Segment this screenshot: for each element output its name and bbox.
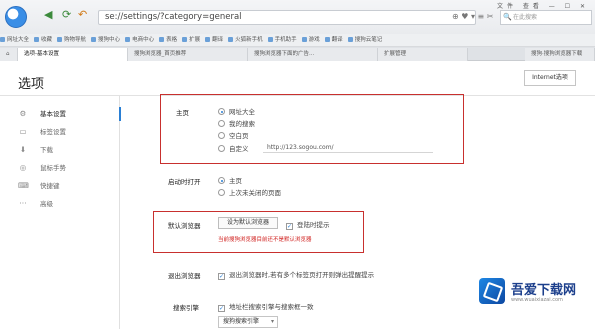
exit-prompt-checkbox[interactable]: ✓ 退出浏览器时,若有多个标签页打开则弹出提醒提示 [218, 269, 374, 280]
bookmark-item[interactable]: 搜狗云笔记 [347, 34, 382, 46]
set-default-browser-button[interactable]: 设为默认浏览器 [218, 217, 278, 229]
bookmark-icon [347, 37, 353, 42]
sidebar-item-1[interactable]: ▭ 标签设置 [0, 123, 120, 141]
homepage-highlight-box [160, 94, 464, 164]
radio-selected-icon[interactable] [218, 177, 225, 184]
sidebar-item-label: 基本设置 [40, 110, 66, 118]
sidebar-item-label: 鼠标手势 [40, 164, 66, 172]
gear-icon: ⚙ [19, 109, 27, 118]
window-controls[interactable]: 文件 查看 — ☐ ✕ [497, 1, 589, 10]
homepage-label: 主页 [176, 109, 189, 117]
bookmark-icon [125, 37, 131, 42]
startup-option-last-session[interactable]: 上次未关闭的页面 [218, 187, 281, 197]
default-browser-warning: 当前搜狗浏览器目前还不是默认浏览器 [218, 237, 312, 243]
bookmark-item[interactable]: 扩展 [182, 34, 200, 46]
search-input[interactable]: 在此搜索 [500, 10, 592, 25]
default-browser-label: 默认浏览器 [168, 222, 201, 230]
bookmark-icon [205, 37, 211, 42]
undo-icon[interactable]: ↶ [78, 9, 87, 21]
custom-homepage-url-input[interactable]: http://123.sogou.com/ [263, 142, 433, 153]
mouse-icon: ◎ [19, 163, 27, 172]
radio-icon[interactable] [218, 120, 225, 127]
homepage-option-custom[interactable]: 自定义 [218, 143, 249, 153]
bookmark-item[interactable]: 网址大全 [0, 34, 29, 46]
tab-extensions[interactable]: 扩展管理 [378, 48, 468, 61]
refresh-icon[interactable]: ⟳ [62, 9, 71, 21]
download-icon: ⬇ [19, 145, 27, 154]
bookmark-icon [57, 37, 63, 42]
shortcut-icon: ⌨ [18, 181, 29, 190]
checkbox-checked-icon[interactable]: ✓ [218, 273, 225, 280]
bookmark-item[interactable]: 翻译 [205, 34, 223, 46]
sidebar-item-label: 高级 [40, 200, 53, 208]
startup-option-home[interactable]: 主页 [218, 175, 242, 185]
back-icon[interactable]: ◀ [44, 9, 52, 21]
homepage-option-blank[interactable]: 空白页 [218, 130, 249, 140]
bookmark-item[interactable]: 搜狗中心 [91, 34, 120, 46]
address-bar-icons[interactable]: ⊕ ♥ ▾ ≡ ✂ [452, 12, 493, 21]
sidebar-item-2[interactable]: ⬇ 下载 [0, 141, 120, 159]
sidebar-item-label: 快捷键 [40, 182, 60, 190]
radio-selected-icon[interactable] [218, 108, 225, 115]
more-icon: ··· [19, 199, 27, 208]
bookmark-item[interactable]: 购物导航 [57, 34, 86, 46]
radio-icon[interactable] [218, 145, 225, 152]
page-title: 选项 [18, 77, 45, 92]
search-engine-label: 搜索引擎 [173, 304, 199, 312]
sidebar-item-5[interactable]: ··· 高级 [0, 195, 120, 213]
tab-bar: ⌂ 选项-基本设置 搜狗浏览器_首页推荐 搜狗浏览器下面的广告... 扩展管理 … [0, 47, 595, 61]
tab-options[interactable]: 选项-基本设置 [18, 48, 128, 61]
settings-sidebar: ⚙ 基本设置 ▭ 标签设置 ⬇ 下载 ◎ 鼠标手势 ⌨ 快捷键 ··· 高级 [0, 96, 121, 329]
box-logo-icon [479, 278, 505, 304]
bookmark-icon [0, 37, 5, 42]
homepage-option-mysearch[interactable]: 我的搜索 [218, 118, 255, 128]
checkbox-checked-icon[interactable]: ✓ [286, 223, 293, 230]
bookmark-icon [182, 37, 188, 42]
bookmark-icon [34, 37, 40, 42]
sidebar-item-label: 标签设置 [40, 128, 66, 136]
site-watermark: 吾爱下载网 www.wuaixiazai.com [479, 272, 591, 312]
bookmark-icon [228, 37, 234, 42]
radio-icon[interactable] [218, 189, 225, 196]
tab-icon: ▭ [19, 127, 27, 136]
login-prompt-checkbox[interactable]: ✓ 登陆时提示 [286, 219, 330, 230]
homepage-option-navigation[interactable]: 网址大全 [218, 106, 255, 116]
sidebar-item-3[interactable]: ◎ 鼠标手势 [0, 159, 120, 177]
sidebar-item-label: 下载 [40, 146, 53, 154]
exit-browser-label: 退出浏览器 [168, 272, 201, 280]
bookmark-icon [159, 37, 165, 42]
search-engine-select[interactable]: 搜狗搜索引擎 [218, 316, 278, 328]
tab-sogou-home[interactable]: 搜狗浏览器_首页推荐 [128, 48, 248, 61]
sidebar-item-4[interactable]: ⌨ 快捷键 [0, 177, 120, 195]
checkbox-checked-icon[interactable]: ✓ [218, 305, 225, 312]
tab-ads[interactable]: 搜狗浏览器下面的广告... [248, 48, 378, 61]
address-bar[interactable]: se://settings/?category=general [98, 10, 476, 25]
bookmarks-bar: 网址大全 收藏 购物导航 搜狗中心 电商中心 表格 扩展 翻译 火狐新手机 手机助手 游戏 翻译 搜狗云… [0, 34, 595, 47]
bookmark-item[interactable]: 翻译 [324, 34, 343, 46]
search-engine-sync-checkbox[interactable]: ✓ 地址栏搜索引擎与搜索框一致 [218, 301, 314, 312]
bookmark-item[interactable]: 收藏 [34, 34, 52, 46]
bookmark-icon [91, 37, 97, 42]
bookmark-item[interactable]: 表格 [159, 34, 177, 46]
bookmark-item[interactable]: 电商中心 [125, 34, 154, 46]
watermark-url: www.wuaixiazai.com [511, 297, 563, 303]
radio-icon[interactable] [218, 132, 225, 139]
bookmark-item[interactable]: 游戏 [301, 34, 320, 46]
internet-options-button[interactable]: Internet选项 [524, 70, 576, 86]
bookmark-icon [301, 37, 307, 42]
bookmark-icon [324, 37, 330, 42]
startup-label: 启动时打开 [168, 178, 201, 186]
watermark-brand: 吾爱下载网 [511, 283, 577, 298]
sidebar-item-0[interactable]: ⚙ 基本设置 [0, 105, 121, 123]
bookmark-icon [267, 37, 273, 42]
tab-home-icon[interactable]: ⌂ [0, 48, 18, 61]
browser-toolbar: ◀ ⟳ ↶ se://settings/?category=general ⊕ … [0, 0, 595, 34]
bookmark-item[interactable]: 手机助手 [267, 34, 297, 46]
sogou-logo-icon[interactable] [5, 6, 27, 28]
bookmark-item[interactable]: 火狐新手机 [228, 34, 263, 46]
tab-download[interactable]: 搜狗·搜狗浏览器下载 [525, 48, 595, 61]
